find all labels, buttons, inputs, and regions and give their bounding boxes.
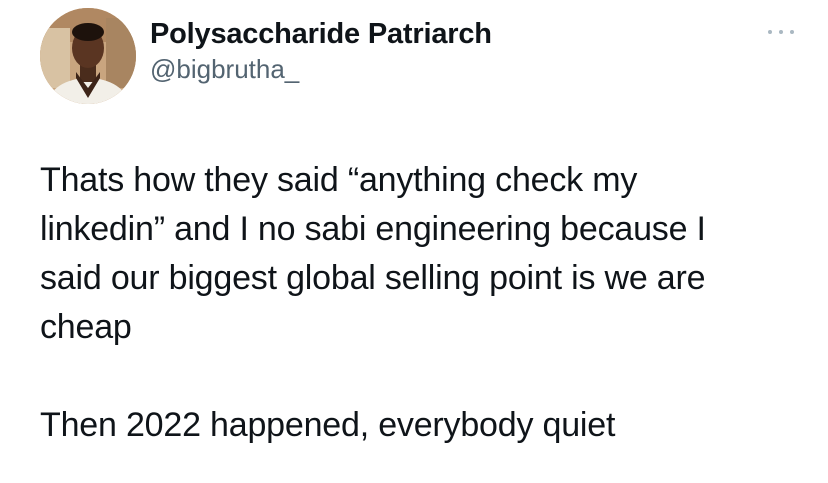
- tweet-text-line: cheap: [40, 308, 132, 346]
- tweet-header: Polysaccharide Patriarch @bigbrutha_: [40, 8, 798, 108]
- dot: [779, 30, 783, 34]
- tweet-card: Polysaccharide Patriarch @bigbrutha_ Tha…: [0, 0, 828, 483]
- tweet-text-line: said our biggest global selling point is…: [40, 259, 706, 297]
- avatar-photo: [40, 8, 136, 104]
- author-names: Polysaccharide Patriarch @bigbrutha_: [150, 16, 492, 86]
- avatar[interactable]: [40, 8, 136, 104]
- author-handle[interactable]: @bigbrutha_: [150, 52, 492, 86]
- author-display-name[interactable]: Polysaccharide Patriarch: [150, 16, 492, 52]
- dot: [790, 30, 794, 34]
- tweet-text-line: Thats how they said “anything check my: [40, 161, 638, 199]
- more-options-icon[interactable]: [764, 22, 798, 42]
- tweet-text: Thats how they said “anything check my l…: [40, 156, 800, 450]
- tweet-text-line: linkedin” and I no sabi engineering beca…: [40, 210, 706, 248]
- dot: [768, 30, 772, 34]
- tweet-text-line: Then 2022 happened, everybody quiet: [40, 406, 616, 444]
